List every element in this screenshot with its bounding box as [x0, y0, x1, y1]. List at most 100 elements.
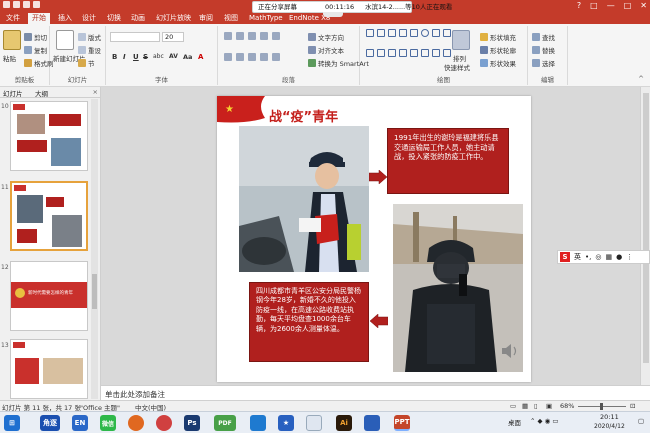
increase-indent-icon[interactable] [260, 32, 268, 40]
maximize-button[interactable]: □ [624, 1, 632, 10]
line-shape-icon[interactable] [388, 29, 396, 37]
zoom-slider-handle[interactable] [600, 403, 603, 410]
redo-icon[interactable] [33, 1, 40, 8]
star-shape-icon[interactable] [432, 49, 440, 57]
text-box-xie-ling[interactable]: 1991年出生的谢玲是福建将乐县交通运输局工作人员，她主动请战，投入紧张的防疫工… [387, 128, 509, 194]
section-button[interactable]: 节 [78, 58, 95, 68]
slideshow-view-icon[interactable]: ▣ [546, 402, 552, 410]
underline-button[interactable]: U [133, 53, 139, 61]
collapse-ribbon-icon[interactable]: ^ [638, 75, 644, 83]
zoom-level[interactable]: 68% [560, 402, 574, 410]
italic-button[interactable]: I [123, 53, 126, 61]
user-icon[interactable]: ● [616, 253, 622, 261]
taskbar-app-light[interactable] [306, 415, 322, 431]
rectangle-shape-icon[interactable] [377, 29, 385, 37]
tab-slides-panel[interactable]: 幻灯片 [3, 88, 23, 98]
ime-mode[interactable]: 英 [574, 252, 581, 262]
tab-slideshow[interactable]: 幻灯片放映 [152, 13, 195, 24]
shapes-gallery[interactable] [366, 29, 451, 67]
undo-icon[interactable] [23, 1, 30, 8]
current-slide[interactable]: ★ 战“疫”青年 1991年出生的谢玲是福建将乐县交通运输局工作人员，她主动请战… [217, 96, 531, 382]
text-direction-button[interactable]: 文字方向 [308, 32, 344, 42]
tab-design[interactable]: 设计 [78, 13, 100, 24]
taskbar-app-en[interactable]: EN [72, 415, 88, 431]
zoom-slider[interactable] [578, 403, 626, 410]
paste-label[interactable]: 粘贴 [3, 53, 16, 63]
photo-traffic-officer[interactable] [239, 126, 369, 272]
shadow-button[interactable]: abc [153, 53, 164, 60]
rectangle-shape-icon[interactable] [388, 49, 396, 57]
tab-outline-panel[interactable]: 大纲 [35, 88, 48, 98]
slide-thumbnail-11[interactable] [10, 181, 88, 251]
align-center-icon[interactable] [236, 53, 244, 61]
decrease-indent-icon[interactable] [248, 32, 256, 40]
arrow-shape-icon[interactable] [366, 49, 374, 57]
strikethrough-button[interactable]: S [143, 53, 148, 61]
font-size-select[interactable]: 20 [162, 32, 184, 42]
shape-outline-button[interactable]: 形状轮廓 [480, 45, 516, 55]
copy-button[interactable]: 复制 [24, 45, 47, 55]
close-panel-button[interactable]: × [93, 88, 98, 96]
brace-shape-icon[interactable] [410, 49, 418, 57]
quick-styles-label[interactable]: 快速样式 [444, 62, 470, 72]
canvas-scroll-thumb[interactable] [643, 93, 649, 363]
paste-icon[interactable] [3, 30, 21, 50]
numbering-icon[interactable] [236, 32, 244, 40]
illustrator-icon[interactable]: Ai [336, 415, 352, 431]
star-app-icon[interactable]: ★ [278, 415, 294, 431]
slide-thumbnail-12[interactable]: 新时代需要怎样的青年 [10, 261, 88, 331]
save-icon[interactable] [13, 1, 20, 8]
align-right-icon[interactable] [248, 53, 256, 61]
arrow-shape-icon[interactable] [377, 49, 385, 57]
line-shape-icon[interactable] [399, 29, 407, 37]
notes-pane[interactable]: 单击此处添加备注 [101, 385, 650, 400]
microphone-icon[interactable]: ◎ [595, 253, 601, 261]
find-button[interactable]: 查找 [532, 32, 555, 42]
tray-desktop-label[interactable]: 桌面 [508, 417, 521, 427]
reading-view-icon[interactable]: ▯ [534, 402, 538, 410]
cut-button[interactable]: 剪切 [24, 32, 47, 42]
normal-view-icon[interactable]: ▭ [510, 402, 516, 410]
ime-punct-icon[interactable]: •, [585, 253, 591, 261]
line-spacing-icon[interactable] [272, 32, 280, 40]
wechat-icon[interactable]: 微信 [100, 415, 116, 431]
replace-button[interactable]: 替换 [532, 45, 555, 55]
bold-button[interactable]: B [112, 53, 117, 61]
brace-shape-icon[interactable] [421, 49, 429, 57]
reset-button[interactable]: 重设 [78, 45, 101, 55]
canvas-scrollbar[interactable] [640, 87, 650, 385]
more-shapes-icon[interactable] [443, 49, 451, 57]
tab-transitions[interactable]: 切换 [103, 13, 125, 24]
speaker-icon[interactable] [500, 342, 520, 360]
oval-shape-icon[interactable] [421, 29, 429, 37]
rectangle-shape-icon[interactable] [366, 29, 374, 37]
firefox-icon[interactable] [128, 415, 144, 431]
change-case-button[interactable]: Aa [183, 53, 192, 61]
close-button[interactable]: ✕ [640, 1, 647, 10]
share-expand-handle[interactable] [323, 12, 343, 17]
taskbar-app-doc[interactable] [364, 415, 380, 431]
tab-insert[interactable]: 插入 [54, 13, 76, 24]
tab-mathtype[interactable]: MathType [245, 13, 287, 24]
start-icon[interactable]: ⊞ [4, 415, 20, 431]
rectangle-shape-icon[interactable] [410, 29, 418, 37]
triangle-shape-icon[interactable] [443, 29, 451, 37]
shape-effects-button[interactable]: 形状效果 [480, 58, 516, 68]
grid-menu-icon[interactable]: ⋮ [626, 253, 633, 261]
rectangle-shape-icon[interactable] [432, 29, 440, 37]
text-box-yang-gang[interactable]: 四川成都市青羊区公安分局民警杨钢今年28岁，新婚不久的他投入防疫一线，在高速公路… [249, 282, 369, 362]
new-slide-icon[interactable] [56, 30, 74, 50]
select-button[interactable]: 选择 [532, 58, 555, 68]
ribbon-display-button[interactable]: □ [590, 1, 598, 10]
align-left-icon[interactable] [224, 53, 232, 61]
font-color-button[interactable]: A [198, 53, 203, 61]
slide-thumbnail-13[interactable] [10, 339, 88, 399]
keyboard-icon[interactable]: ▦ [605, 253, 612, 261]
justify-icon[interactable] [260, 53, 268, 61]
powerpoint-icon[interactable]: PPT [394, 415, 410, 431]
columns-icon[interactable] [272, 53, 280, 61]
scroll-thumb[interactable] [92, 274, 97, 309]
pdf-icon[interactable]: PDF [214, 415, 236, 431]
panel-scrollbar[interactable] [91, 99, 98, 399]
tray-icons[interactable]: ⌃ ◆ ◉ ▭ [530, 417, 558, 425]
